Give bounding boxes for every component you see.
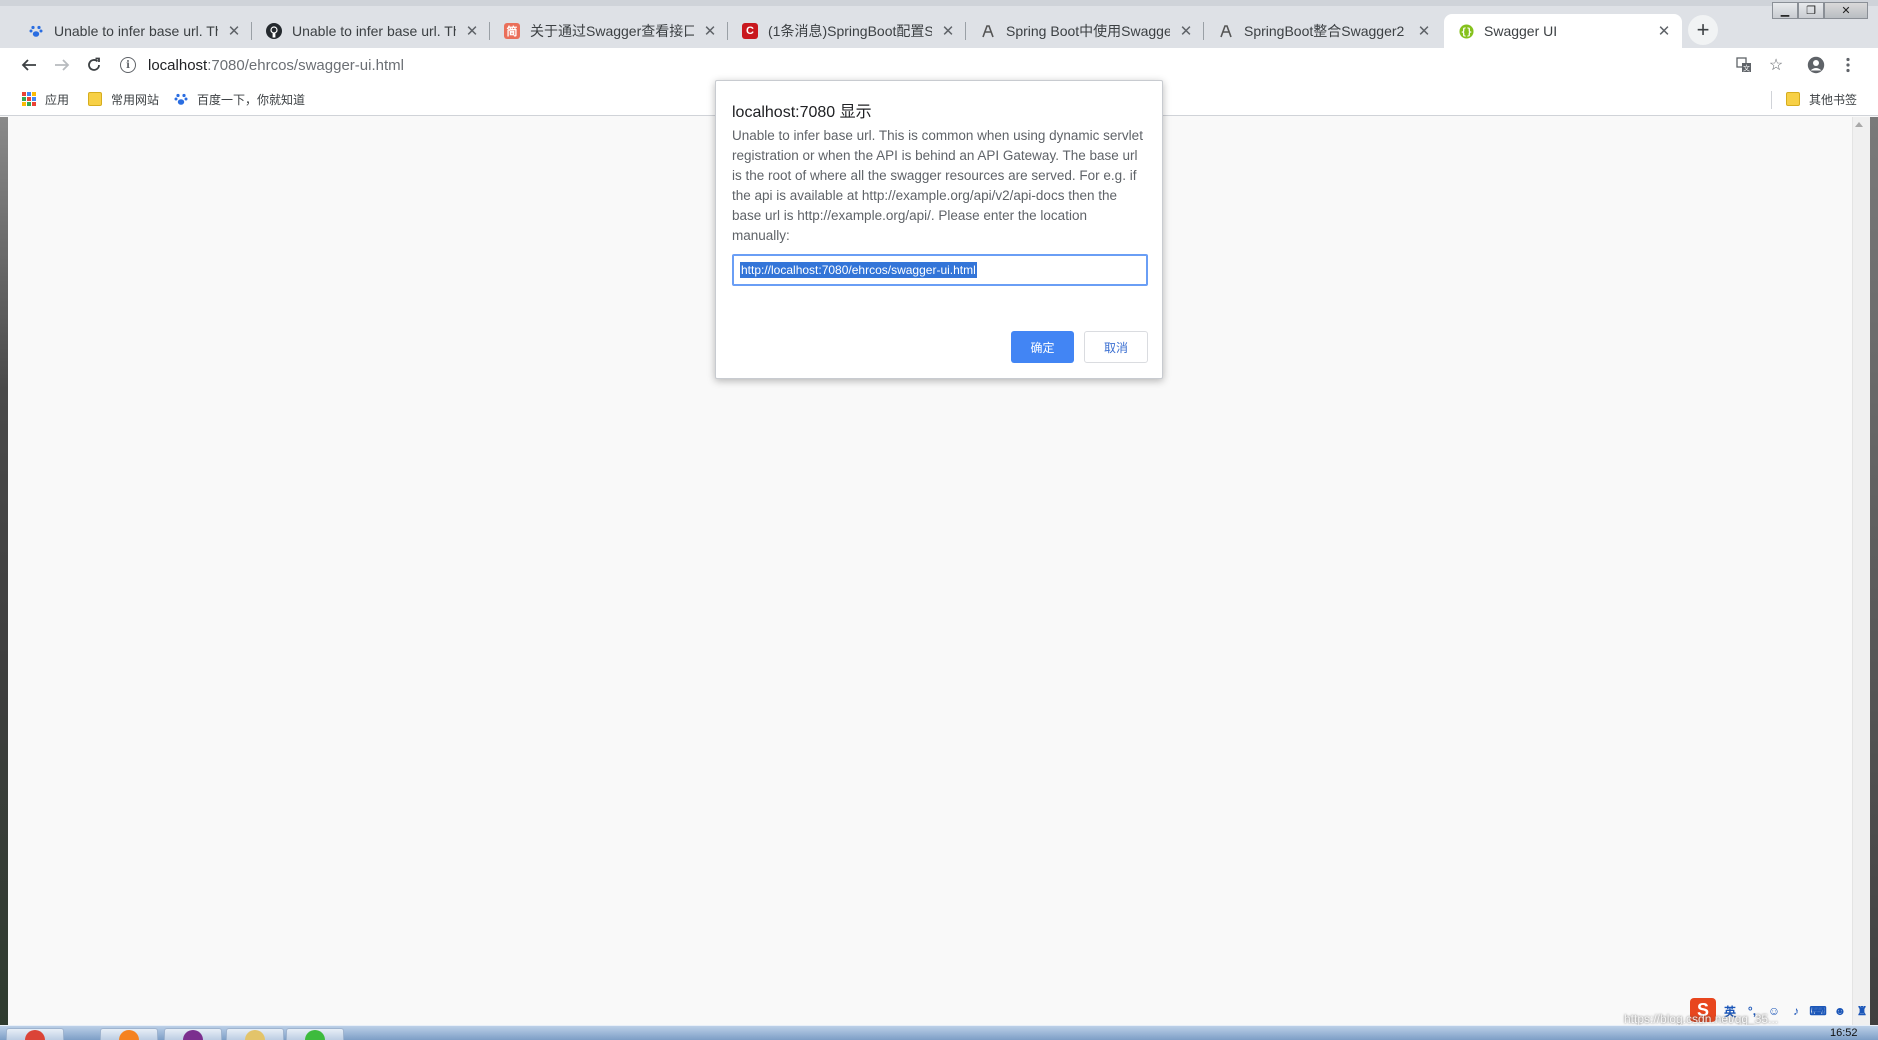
csdn-watermark: https://blog.csdn.net/qq_35... [1624, 1012, 1779, 1026]
reload-icon [88, 57, 100, 71]
tab-title: (1条消息)SpringBoot配置Swag [768, 23, 932, 39]
tab-title: 关于通过Swagger查看接口浏览 [530, 23, 694, 39]
folder-icon [245, 1030, 265, 1040]
window-close-button[interactable]: ✕ [1824, 2, 1868, 19]
tab-1[interactable]: Unable to infer base url. This i ✕ [252, 14, 490, 48]
svg-text:文: 文 [1743, 64, 1750, 73]
bookmark-folder-common-sites[interactable]: 常用网站 [88, 91, 159, 107]
blog-pen-icon [980, 23, 996, 39]
bookmark-label: 百度一下，你就知道 [197, 92, 306, 107]
github-icon [266, 23, 282, 39]
bookmark-label: 常用网站 [111, 92, 160, 107]
bookmark-label: 其他书签 [1809, 92, 1858, 107]
windows-taskbar [0, 1025, 1878, 1040]
new-tab-button[interactable]: + [1688, 15, 1718, 45]
folder-icon [88, 92, 102, 106]
scroll-up-arrow-icon[interactable] [1855, 122, 1863, 127]
base-url-input[interactable]: http://localhost:7080/ehrcos/swagger-ui.… [732, 254, 1148, 286]
tab-2[interactable]: 简 关于通过Swagger查看接口浏览 ✕ [490, 14, 728, 48]
taskbar-wechat-button[interactable] [286, 1028, 344, 1040]
reload-button[interactable] [81, 52, 107, 78]
apps-grid-icon [22, 92, 36, 106]
close-icon[interactable]: ✕ [1178, 22, 1194, 40]
other-bookmarks[interactable]: 其他书签 [1786, 91, 1857, 107]
chrome-icon [25, 1030, 45, 1040]
ime-skin-icon[interactable]: ♜ [1855, 1004, 1869, 1018]
desktop-edge-left [0, 117, 8, 1025]
desktop-edge-right [1870, 117, 1878, 1025]
cancel-button[interactable]: 取消 [1084, 331, 1148, 363]
base-url-input-value: http://localhost:7080/ehrcos/swagger-ui.… [740, 262, 977, 278]
taskbar-chrome-button[interactable] [6, 1028, 64, 1040]
jianshu-icon: 简 [504, 23, 520, 39]
maximize-button[interactable]: ❐ [1798, 2, 1824, 19]
vertical-scrollbar[interactable] [1852, 117, 1870, 1025]
url-host: localhost [148, 56, 208, 74]
browser-toolbar: i localhost:7080/ehrcos/swagger-ui.html … [0, 48, 1878, 82]
tab-0[interactable]: Unable to infer base url. This i ✕ [14, 14, 252, 48]
tab-title: SpringBoot整合Swagger2 - jtl [1244, 23, 1408, 39]
system-clock[interactable]: 16:52 [1830, 1027, 1858, 1039]
tab-swagger-ui-active[interactable]: {} Swagger UI ✕ [1444, 14, 1682, 48]
tab-title: Spring Boot中使用Swagger2构 [1006, 23, 1170, 39]
profile-icon[interactable] [1806, 55, 1826, 75]
csdn-icon: C [742, 23, 758, 39]
firefox-icon [119, 1030, 139, 1040]
translate-icon[interactable]: 文 [1734, 55, 1754, 75]
tab-title: Unable to infer base url. This i [54, 23, 218, 39]
arrow-left-icon [21, 59, 36, 71]
ime-keyboard-icon[interactable]: ⌨ [1809, 1004, 1826, 1018]
close-icon[interactable]: ✕ [226, 22, 242, 40]
close-icon[interactable]: ✕ [940, 22, 956, 40]
close-icon[interactable]: ✕ [464, 22, 480, 40]
bookmark-apps[interactable]: 应用 [22, 91, 69, 107]
tab-title: Swagger UI [1484, 23, 1558, 39]
forward-button[interactable] [49, 52, 75, 78]
back-button[interactable] [16, 52, 42, 78]
bookmark-label: 应用 [45, 92, 70, 107]
url-path: :7080/ehrcos/swagger-ui.html [207, 56, 404, 74]
intellij-icon [183, 1030, 203, 1040]
info-icon[interactable]: i [120, 57, 136, 73]
baidu-paw-icon [28, 23, 44, 39]
tab-title: Unable to infer base url. This i [292, 23, 456, 39]
blog-pen-icon [1218, 23, 1234, 39]
folder-icon [1786, 92, 1800, 106]
baidu-paw-icon [174, 92, 188, 106]
dialog-title: localhost:7080 显示 [732, 104, 872, 121]
tab-3[interactable]: C (1条消息)SpringBoot配置Swag ✕ [728, 14, 966, 48]
arrow-right-icon [55, 59, 70, 71]
ime-user-icon[interactable]: ☻ [1833, 1004, 1847, 1018]
close-icon[interactable]: ✕ [1656, 22, 1672, 40]
taskbar-firefox-button[interactable] [100, 1028, 158, 1040]
tab-5[interactable]: SpringBoot整合Swagger2 - jtl ✕ [1204, 14, 1442, 48]
minimize-button[interactable]: ▁ [1772, 2, 1798, 19]
address-bar[interactable]: i localhost:7080/ehrcos/swagger-ui.html [120, 51, 1740, 79]
dialog-message: Unable to infer base url. This is common… [732, 128, 1143, 243]
wechat-icon [305, 1030, 325, 1040]
taskbar-explorer-button[interactable] [226, 1028, 284, 1040]
taskbar-idea-button[interactable] [164, 1028, 222, 1040]
svg-text:{}: {} [1460, 26, 1471, 37]
more-menu-icon[interactable] [1838, 55, 1858, 75]
close-icon[interactable]: ✕ [1416, 22, 1432, 40]
tab-4[interactable]: Spring Boot中使用Swagger2构 ✕ [966, 14, 1204, 48]
ok-button[interactable]: 确定 [1011, 331, 1074, 363]
bookmarks-divider [1771, 91, 1772, 109]
ime-microphone-icon[interactable]: ♪ [1789, 1004, 1803, 1018]
star-bookmark-icon[interactable]: ☆ [1766, 55, 1786, 75]
close-icon[interactable]: ✕ [702, 22, 718, 40]
prompt-dialog: localhost:7080 显示 Unable to infer base u… [715, 80, 1163, 379]
swagger-icon: {} [1458, 23, 1474, 39]
bookmark-baidu[interactable]: 百度一下，你就知道 [174, 91, 305, 107]
window-frame [0, 0, 1878, 6]
